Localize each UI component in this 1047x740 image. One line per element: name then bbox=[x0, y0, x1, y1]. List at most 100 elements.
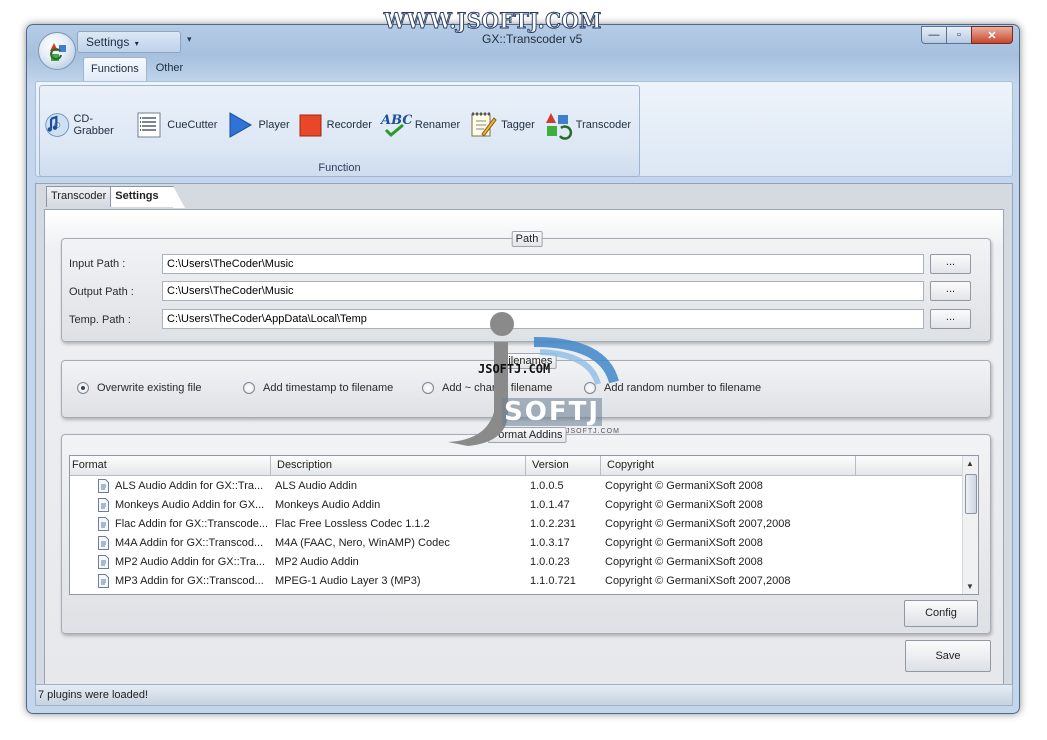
table-body: ALS Audio Addin for GX::Tra... ALS Audio … bbox=[70, 476, 978, 590]
cuecutter-button[interactable]: CueCutter bbox=[134, 108, 217, 142]
output-path-field[interactable]: C:\Users\TheCoder\Music bbox=[162, 281, 924, 301]
window-title: GX::Transcoder v5 bbox=[482, 32, 583, 46]
transcoder-label: Transcoder bbox=[575, 119, 631, 131]
settings-page: Path Input Path : C:\Users\TheCoder\Musi… bbox=[44, 209, 1004, 692]
table-row[interactable]: Flac Addin for GX::Transcode... Flac Free… bbox=[70, 514, 978, 533]
tab-settings[interactable]: Settings bbox=[110, 186, 186, 208]
cell-format: Monkeys Audio Addin for GX... bbox=[70, 497, 271, 512]
temp-path-field[interactable]: C:\Users\TheCoder\AppData\Local\Temp bbox=[162, 309, 924, 329]
renamer-label: Renamer bbox=[414, 119, 461, 131]
tab-transcoder[interactable]: Transcoder bbox=[46, 186, 112, 207]
function-group: CD-Grabber CueCutter Player Recorder ABC… bbox=[39, 85, 640, 177]
table-row[interactable]: MP2 Audio Addin for GX::Tra... MP2 Audio … bbox=[70, 552, 978, 571]
cell-format-text: MP3 Addin for GX::Transcod... bbox=[115, 574, 264, 587]
cell-format: MP2 Audio Addin for GX::Tra... bbox=[70, 554, 271, 569]
scroll-down-icon[interactable]: ▼ bbox=[966, 582, 974, 591]
overwrite-label: Overwrite existing file bbox=[97, 382, 202, 394]
window-controls: — ▫ ✕ bbox=[921, 26, 1013, 44]
scroll-up-icon[interactable]: ▲ bbox=[966, 459, 974, 468]
tab-other[interactable]: Other bbox=[149, 57, 191, 81]
application-menu-button[interactable] bbox=[38, 32, 76, 70]
input-path-label: Input Path : bbox=[69, 258, 126, 270]
overwrite-radio[interactable] bbox=[77, 382, 89, 394]
filenames-panel: Filenames Overwrite existing file Add ti… bbox=[61, 353, 991, 418]
temp-path-browse-button[interactable]: ... bbox=[930, 309, 971, 329]
cell-version: 1.0.3.17 bbox=[530, 536, 570, 549]
transcode-arrows-icon bbox=[545, 113, 572, 140]
scroll-thumb[interactable] bbox=[965, 474, 977, 514]
addin-file-icon bbox=[98, 478, 109, 493]
config-button[interactable]: Config bbox=[904, 600, 978, 627]
addin-file-icon bbox=[98, 535, 109, 550]
ribbon-buttons: CD-Grabber CueCutter Player Recorder ABC… bbox=[44, 108, 639, 142]
ribbon-tabs: Functions Other bbox=[83, 57, 192, 81]
cue-list-icon bbox=[137, 112, 161, 138]
player-label: Player bbox=[258, 119, 290, 131]
column-format[interactable]: Format bbox=[70, 456, 271, 475]
transcoder-button[interactable]: Transcoder bbox=[543, 108, 631, 142]
cell-copyright: Copyright © GermaniXSoft 2008 bbox=[605, 555, 763, 568]
cell-format-text: ALS Audio Addin for GX::Tra... bbox=[115, 479, 264, 492]
minimize-button[interactable]: — bbox=[921, 26, 947, 44]
cell-format: ALS Audio Addin for GX::Tra... bbox=[70, 478, 271, 493]
record-icon bbox=[299, 114, 322, 137]
maximize-button[interactable]: ▫ bbox=[946, 26, 972, 44]
content-area: Transcoder Settings Path Input Path : C:… bbox=[35, 183, 1013, 693]
cell-format-text: MP2 Audio Addin for GX::Tra... bbox=[115, 555, 265, 568]
input-path-browse-button[interactable]: ... bbox=[930, 254, 971, 274]
play-icon bbox=[229, 112, 253, 138]
cell-format-text: Monkeys Audio Addin for GX... bbox=[115, 498, 265, 511]
filenames-caption: Filenames bbox=[497, 353, 557, 369]
column-description[interactable]: Description bbox=[271, 456, 526, 475]
temp-path-label: Temp. Path : bbox=[69, 314, 131, 326]
tilde-option[interactable]: Add ~ char to filename bbox=[422, 382, 584, 394]
qat-customize-icon[interactable]: ▾ bbox=[187, 34, 192, 45]
tilde-label: Add ~ char to filename bbox=[442, 382, 553, 394]
cell-copyright: Copyright © GermaniXSoft 2007,2008 bbox=[605, 517, 791, 530]
tab-functions[interactable]: Functions bbox=[83, 57, 147, 81]
output-path-browse-button[interactable]: ... bbox=[930, 281, 971, 301]
format-addins-panel: Format Addins Format Description Version… bbox=[61, 427, 991, 634]
timestamp-option[interactable]: Add timestamp to filename bbox=[243, 382, 422, 394]
path-caption: Path bbox=[511, 231, 543, 247]
table-row[interactable]: Monkeys Audio Addin for GX... Monkeys Aud… bbox=[70, 495, 978, 514]
recorder-button[interactable]: Recorder bbox=[298, 108, 372, 142]
cell-version: 1.1.0.721 bbox=[530, 574, 576, 587]
addin-file-icon bbox=[98, 554, 109, 569]
addin-file-icon bbox=[98, 516, 109, 531]
addins-table: Format Description Version Copyright ALS… bbox=[69, 455, 979, 595]
cell-description: ALS Audio Addin bbox=[275, 479, 357, 492]
table-row[interactable]: ALS Audio Addin for GX::Tra... ALS Audio … bbox=[70, 476, 978, 495]
cd-grabber-button[interactable]: CD-Grabber bbox=[44, 108, 126, 142]
cell-version: 1.0.1.47 bbox=[530, 498, 570, 511]
cell-copyright: Copyright © GermaniXSoft 2008 bbox=[605, 536, 763, 549]
ribbon-panel: CD-Grabber CueCutter Player Recorder ABC… bbox=[35, 81, 1013, 177]
recorder-label: Recorder bbox=[326, 119, 372, 131]
random-number-radio[interactable] bbox=[584, 382, 596, 394]
close-button[interactable]: ✕ bbox=[971, 26, 1013, 44]
renamer-button[interactable]: ABC Renamer bbox=[380, 108, 460, 142]
cuecutter-label: CueCutter bbox=[167, 119, 218, 131]
tagger-label: Tagger bbox=[501, 119, 535, 131]
table-row[interactable]: MP3 Addin for GX::Transcod... MPEG-1 Audi… bbox=[70, 571, 978, 590]
timestamp-label: Add timestamp to filename bbox=[263, 382, 394, 394]
cell-description: MPEG-1 Audio Layer 3 (MP3) bbox=[275, 574, 421, 587]
save-button[interactable]: Save bbox=[905, 640, 991, 672]
tilde-radio[interactable] bbox=[422, 382, 434, 394]
table-row[interactable]: M4A Addin for GX::Transcod... M4A (FAAC, … bbox=[70, 533, 978, 552]
overwrite-option[interactable]: Overwrite existing file bbox=[77, 382, 243, 394]
cell-description: Flac Free Lossless Codec 1.1.2 bbox=[275, 517, 430, 530]
timestamp-radio[interactable] bbox=[243, 382, 255, 394]
quick-access-settings[interactable]: Settings ▾ bbox=[77, 31, 181, 53]
cell-description: Monkeys Audio Addin bbox=[275, 498, 381, 511]
player-button[interactable]: Player bbox=[225, 108, 290, 142]
random-number-option[interactable]: Add random number to filename bbox=[584, 382, 761, 394]
cd-music-icon bbox=[45, 113, 70, 137]
column-copyright[interactable]: Copyright bbox=[601, 456, 856, 475]
status-bar: 7 plugins were loaded! bbox=[35, 684, 1013, 706]
input-path-field[interactable]: C:\Users\TheCoder\Music bbox=[162, 254, 924, 274]
table-scrollbar[interactable]: ▲ ▼ bbox=[962, 456, 978, 594]
tagger-button[interactable]: Tagger bbox=[468, 108, 535, 142]
column-version[interactable]: Version bbox=[526, 456, 601, 475]
cd-grabber-label: CD-Grabber bbox=[73, 113, 114, 137]
